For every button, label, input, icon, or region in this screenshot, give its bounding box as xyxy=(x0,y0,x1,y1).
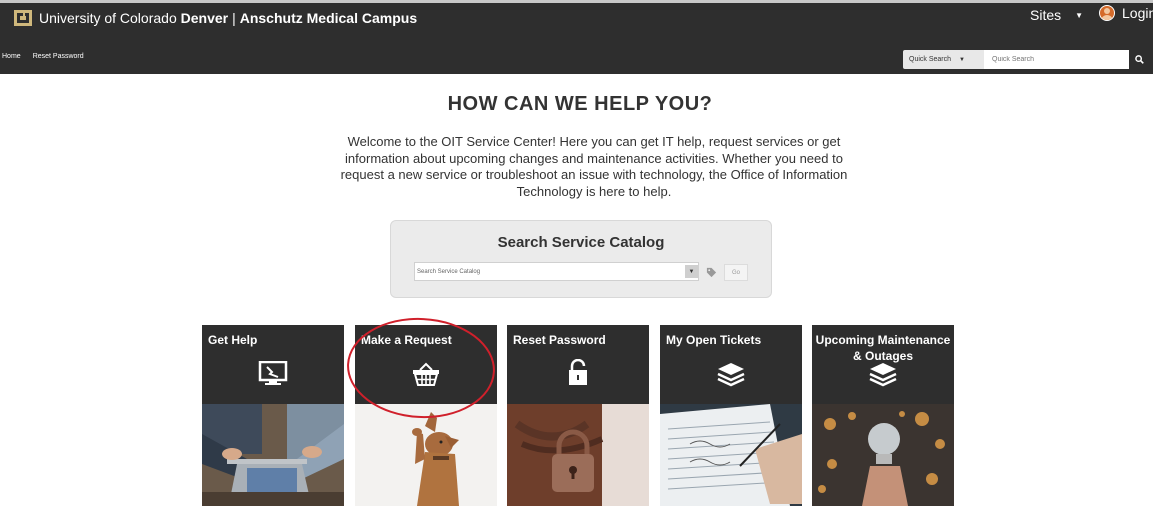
tile-label: My Open Tickets xyxy=(666,333,762,347)
tile-label: Make a Request xyxy=(361,333,452,347)
intro-text: Welcome to the OIT Service Center! Here … xyxy=(340,134,848,199)
sites-dropdown[interactable]: Sites ▼ xyxy=(1030,7,1083,23)
tile-reset-password[interactable]: Reset Password xyxy=(507,325,649,506)
catalog-title: Search Service Catalog xyxy=(497,234,665,251)
brand-title[interactable]: University of Colorado Denver | Anschutz M… xyxy=(14,8,417,28)
sites-label: Sites xyxy=(1030,7,1062,23)
tag-icon-svg xyxy=(706,267,716,277)
top-header: University of Colorado Denver | Anschutz M… xyxy=(0,0,1153,74)
caret-down-icon: ▼ xyxy=(959,56,965,63)
tile-make-a-request[interactable]: Make a Request xyxy=(355,325,497,506)
login-label: Login xyxy=(1122,5,1153,21)
login-link[interactable]: Login xyxy=(1099,5,1153,21)
brand-separator: | xyxy=(232,10,236,26)
quick-search-select-label: Quick Search xyxy=(909,56,952,63)
brand-prefix: University of Colorado xyxy=(39,10,177,26)
user-avatar-icon xyxy=(1099,5,1115,21)
photo-padlock-chain xyxy=(507,404,649,506)
brand-campus: Anschutz Medical Campus xyxy=(239,10,418,26)
basket-icon xyxy=(413,362,439,386)
photo-laptop-users xyxy=(202,404,344,506)
tag-icon[interactable] xyxy=(703,264,719,280)
page-title: HOW CAN WE HELP YOU? xyxy=(447,93,713,115)
catalog-go-button[interactable]: Go xyxy=(724,264,748,281)
stack-icon xyxy=(869,363,897,387)
quick-search-button[interactable] xyxy=(1129,50,1149,69)
search-icon xyxy=(1134,55,1144,64)
tile-label: Reset Password xyxy=(513,333,606,347)
catalog-dropdown-button[interactable]: ▼ xyxy=(685,265,698,278)
top-nav: Home Reset Password xyxy=(2,53,84,60)
stack-icon xyxy=(717,363,745,387)
service-catalog-search: Search Service Catalog Search Service Ca… xyxy=(390,220,772,298)
quick-search-input[interactable] xyxy=(984,50,1129,69)
quick-search: Quick Search ▼ xyxy=(903,50,1149,69)
photo-notebook-writing xyxy=(660,404,802,506)
tile-label: Upcoming Maintenance & Outages xyxy=(815,333,951,363)
catalog-search-placeholder: Search Service Catalog xyxy=(417,268,481,275)
catalog-search-input[interactable]: Search Service Catalog xyxy=(414,262,699,281)
tile-label: Get Help xyxy=(208,333,258,347)
brand-denver: Denver xyxy=(180,10,229,26)
nav-reset-password[interactable]: Reset Password xyxy=(33,53,84,60)
quick-search-select[interactable]: Quick Search ▼ xyxy=(903,50,984,69)
photo-lightbulb xyxy=(812,404,954,506)
cu-logo-icon xyxy=(14,10,32,26)
photo-dog xyxy=(355,404,497,506)
tile-my-open-tickets[interactable]: My Open Tickets xyxy=(660,325,802,506)
nav-home[interactable]: Home xyxy=(2,53,21,60)
monitor-broken-icon xyxy=(258,361,288,385)
caret-down-icon: ▼ xyxy=(1075,10,1084,20)
lock-icon xyxy=(569,359,587,385)
tile-upcoming-maintenance[interactable]: Upcoming Maintenance & Outages xyxy=(812,325,954,506)
tile-get-help[interactable]: Get Help xyxy=(202,325,344,506)
